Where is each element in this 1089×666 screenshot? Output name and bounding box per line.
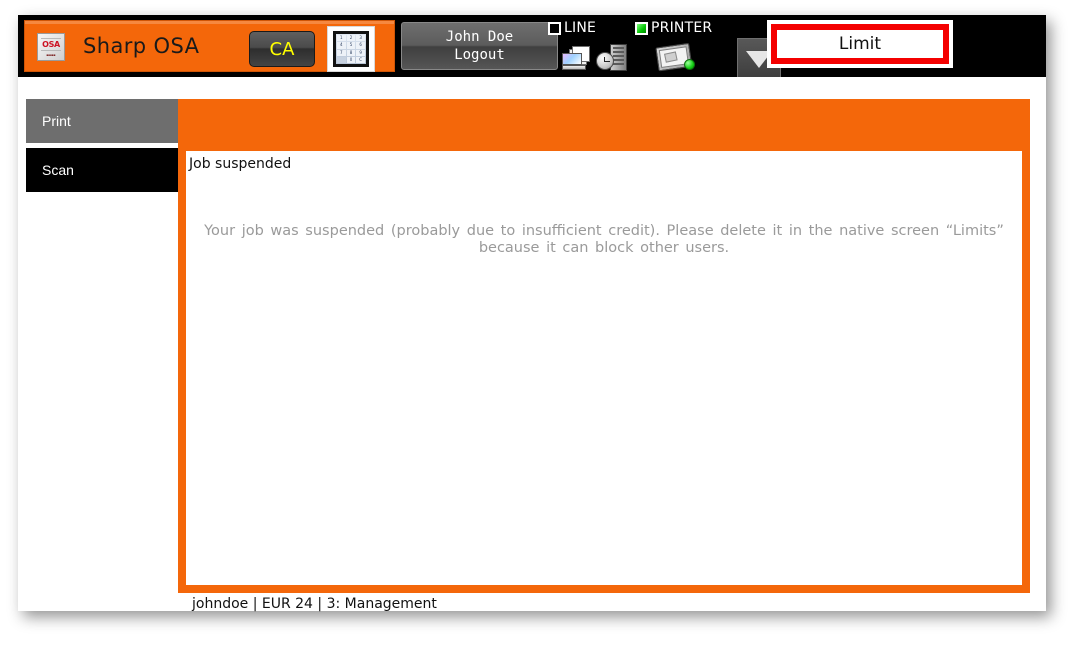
sidebar-item-scan[interactable]: Scan	[26, 148, 178, 192]
line-led-icon	[548, 21, 561, 35]
numeric-keypad-button[interactable]: 1 2 3 4 5 6 7 8 9 0 C	[327, 26, 375, 72]
ca-button[interactable]: CA	[249, 31, 315, 67]
brand-title: Sharp OSA	[83, 34, 200, 58]
line-status: LINE	[548, 18, 634, 74]
printer-status-row: PRINTER	[635, 18, 721, 38]
content-panel: Job suspended Your job was suspended (pr…	[178, 99, 1030, 593]
job-status-title: Job suspended	[189, 156, 292, 172]
keypad-key: 6	[356, 42, 365, 49]
brand-panel: OSA ■■■■■ Sharp OSA CA 1 2 3 4 5 6 7 8 9…	[24, 20, 395, 72]
job-status-message: Your job was suspended (probably due to …	[204, 223, 1004, 256]
line-status-label: LINE	[564, 20, 597, 36]
sharp-osa-logo-icon: OSA ■■■■■	[37, 33, 65, 61]
logo-text: OSA	[42, 40, 60, 49]
keypad-key: 0	[346, 56, 356, 63]
sidebar-item-label: Print	[42, 113, 71, 129]
top-toolbar: OSA ■■■■■ Sharp OSA CA 1 2 3 4 5 6 7 8 9…	[18, 15, 1046, 80]
line-status-row: LINE	[548, 18, 634, 38]
sidebar: Print Scan	[26, 99, 178, 192]
monitor-documents-icon	[562, 46, 592, 70]
keypad-grid: 1 2 3 4 5 6 7 8 9 0 C	[336, 34, 366, 64]
line-status-icons	[548, 40, 634, 74]
printer-led-icon	[635, 21, 648, 35]
keypad-key: 5	[346, 42, 356, 49]
body-area: Print Scan Job suspended Your job was su…	[18, 77, 1046, 612]
keypad-key-blank	[337, 56, 346, 63]
limit-button-label: Limit	[777, 30, 943, 58]
logo-subtext: ■■■■■	[46, 53, 56, 57]
user-name-label: John Doe	[445, 29, 514, 45]
limit-button[interactable]: Limit	[767, 20, 953, 68]
printer-status-icons	[635, 40, 721, 74]
status-bar: johndoe | EUR 24 | 3: Management	[192, 596, 437, 612]
printer-status: PRINTER	[635, 18, 721, 74]
keypad-key: 9	[356, 49, 365, 56]
keypad-key: 4	[337, 42, 346, 49]
logout-label: Logout	[454, 47, 505, 63]
screenshot-root: OSA ■■■■■ Sharp OSA CA 1 2 3 4 5 6 7 8 9…	[0, 0, 1089, 666]
limit-button-red-frame: Limit	[771, 24, 949, 64]
keypad-key: 2	[346, 35, 356, 42]
keypad-key: 7	[337, 49, 346, 56]
keypad-key: 1	[337, 35, 346, 42]
keypad-key: 8	[346, 49, 356, 56]
sidebar-item-label: Scan	[42, 162, 74, 178]
app-window: OSA ■■■■■ Sharp OSA CA 1 2 3 4 5 6 7 8 9…	[18, 15, 1046, 612]
keypad-key: C	[356, 56, 365, 63]
keypad-icon: 1 2 3 4 5 6 7 8 9 0 C	[333, 31, 369, 67]
content-surface: Job suspended Your job was suspended (pr…	[186, 151, 1022, 585]
server-clock-icon	[596, 44, 630, 72]
sidebar-item-print[interactable]: Print	[26, 99, 178, 143]
status-indicator-group: LINE PRINTER	[548, 18, 728, 74]
keypad-key: 3	[356, 35, 365, 42]
printer-ready-icon	[655, 42, 696, 74]
user-logout-button[interactable]: John Doe Logout	[401, 22, 558, 70]
printer-status-label: PRINTER	[651, 20, 713, 36]
